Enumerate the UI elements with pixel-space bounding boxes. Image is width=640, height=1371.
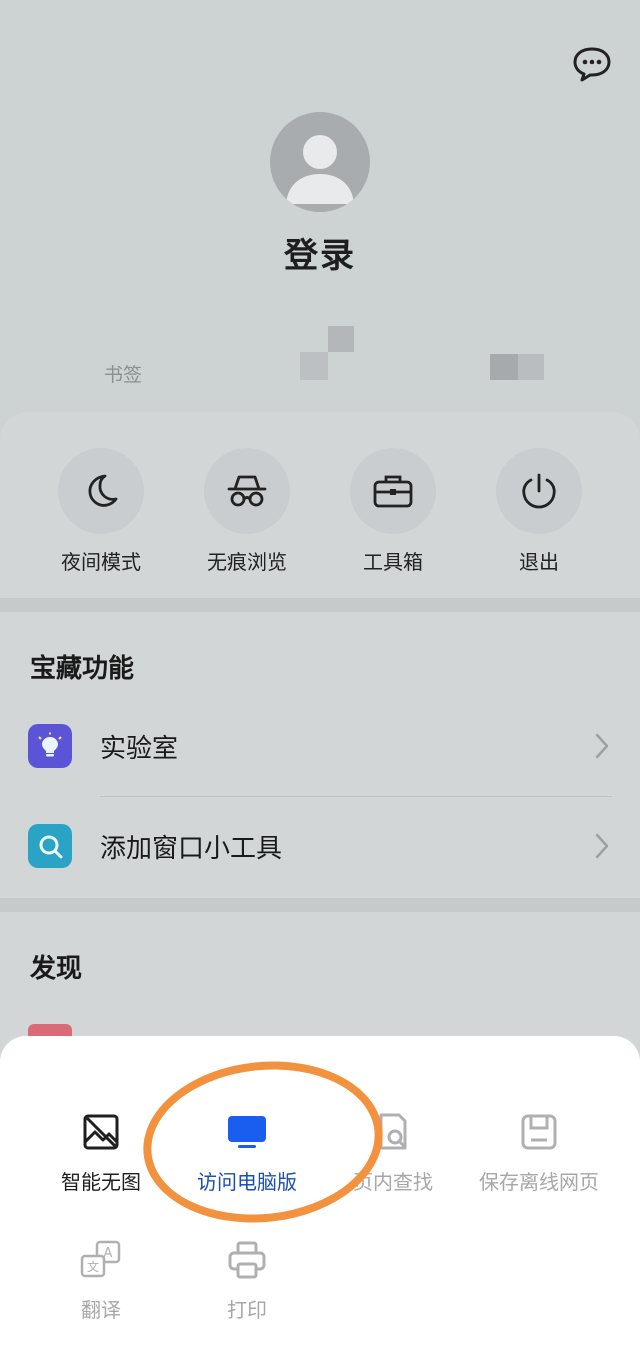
quick-actions: 夜间模式 无痕浏览 工具箱 退出 (0, 412, 640, 598)
discover-section-title: 发现 (30, 954, 83, 984)
translate-icon: A 文 (80, 1240, 121, 1278)
lightbulb-icon (38, 732, 62, 757)
translate-button[interactable]: A 文 翻译 (21, 1234, 181, 1323)
find-in-page-icon (379, 1113, 407, 1150)
pixelated-history-stat (328, 326, 354, 352)
exit-button[interactable]: 退出 (479, 448, 599, 575)
no-image-mode-button[interactable]: 智能无图 (21, 1106, 181, 1195)
desktop-version-button[interactable]: 访问电脑版 (167, 1106, 327, 1195)
add-widget-row[interactable]: 添加窗口小工具 (0, 802, 640, 892)
bookmark-stat-label[interactable]: 书签 (104, 360, 142, 387)
tools-bottom-sheet: 智能无图 访问电脑版 页内查找 保存离线网页 A 文 翻译 打印 (0, 1036, 640, 1371)
svg-text:文: 文 (87, 1259, 99, 1274)
default-user-icon (286, 135, 354, 204)
section-divider (0, 598, 640, 612)
power-icon (522, 473, 556, 509)
print-button[interactable]: 打印 (167, 1234, 327, 1323)
row-divider (100, 796, 612, 797)
pixelated-download-stat (490, 354, 518, 380)
save-offline-icon (521, 1114, 557, 1150)
pixelated-history-stat-2 (300, 352, 328, 380)
message-button[interactable] (572, 44, 612, 84)
printer-icon (228, 1241, 266, 1279)
no-image-icon (83, 1114, 119, 1150)
incognito-button[interactable]: 无痕浏览 (187, 448, 307, 575)
save-offline-button[interactable]: 保存离线网页 (459, 1106, 619, 1195)
chevron-right-icon (595, 733, 609, 759)
add-widget-label: 添加窗口小工具 (100, 834, 283, 864)
desktop-monitor-icon (228, 1116, 266, 1148)
section-divider (0, 898, 640, 912)
treasure-section-title: 宝藏功能 (30, 654, 135, 684)
toolbox-icon (373, 475, 413, 508)
pixelated-download-stat-2 (518, 354, 544, 380)
login-link[interactable]: 登录 (0, 228, 640, 277)
lab-label: 实验室 (100, 734, 179, 764)
find-in-page-button[interactable]: 页内查找 (313, 1106, 473, 1195)
chat-bubble-icon (573, 47, 611, 82)
profile-header: 登录 书签 (0, 0, 640, 430)
incognito-icon (227, 475, 267, 507)
night-mode-button[interactable]: 夜间模式 (41, 448, 161, 575)
widget-search-icon (39, 835, 63, 859)
stats-row: 书签 (0, 320, 640, 400)
chevron-right-icon (595, 833, 609, 859)
moon-icon (88, 474, 118, 507)
toolbox-button[interactable]: 工具箱 (333, 448, 453, 575)
lab-row[interactable]: 实验室 (0, 702, 640, 792)
avatar[interactable] (270, 112, 370, 212)
